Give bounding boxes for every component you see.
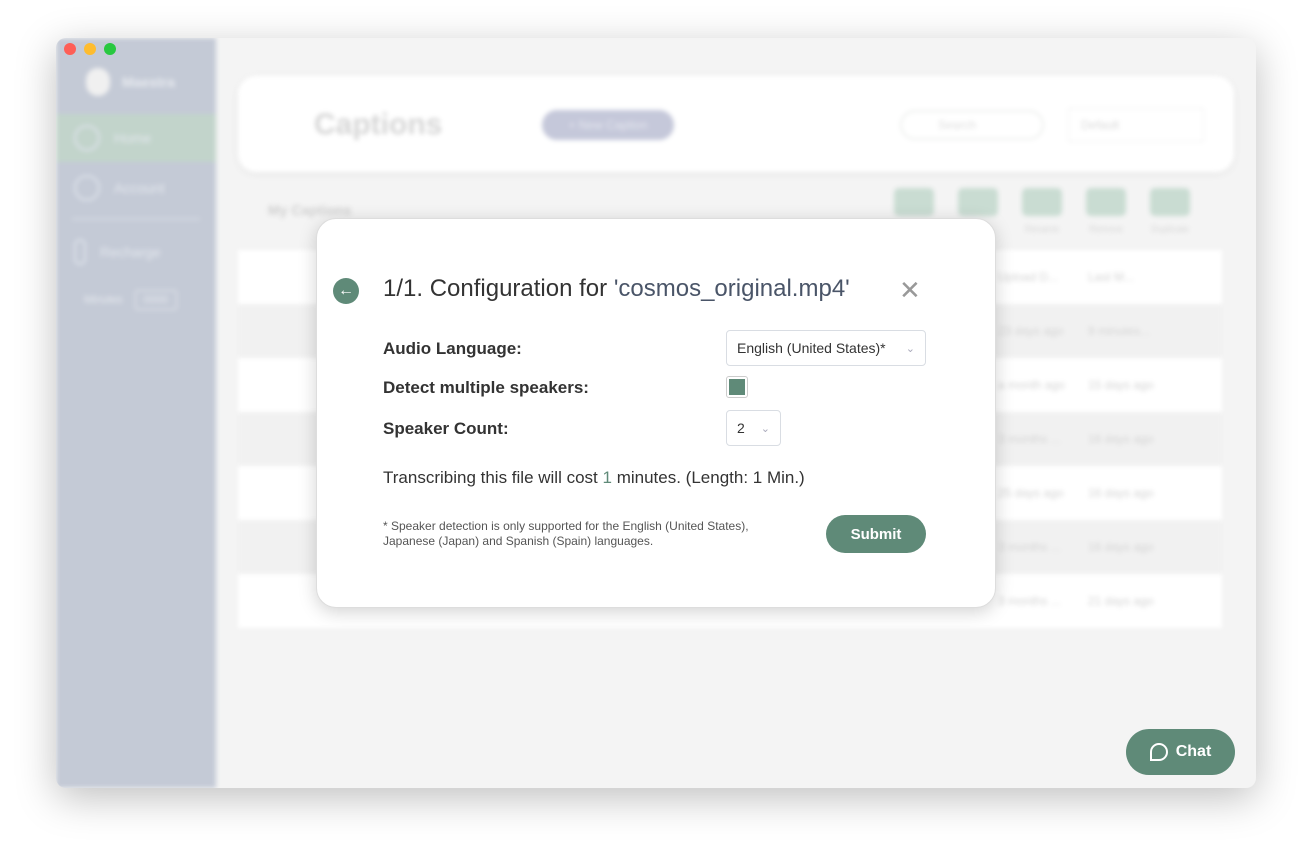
- logo-icon: [86, 68, 110, 96]
- cost-text: Transcribing this file will cost 1 minut…: [383, 468, 805, 488]
- cost-minutes: 1: [602, 468, 612, 487]
- cell: 3 months ...: [998, 540, 1061, 554]
- cost-suffix: minutes. (Length: 1 Min.): [611, 468, 805, 487]
- tool-label: Rename: [1024, 224, 1060, 234]
- cell: 16 days ago: [1088, 432, 1154, 446]
- cell: 16 days ago: [1088, 540, 1154, 554]
- selected-value: English (United States)*: [737, 340, 886, 356]
- toolbar: Rename Remove Duplicate: [894, 188, 1190, 234]
- close-icon[interactable]: ✕: [899, 275, 921, 306]
- close-window-button[interactable]: [64, 43, 76, 55]
- detect-speakers-checkbox[interactable]: [726, 376, 748, 398]
- minimize-window-button[interactable]: [84, 43, 96, 55]
- recharge-icon: [74, 239, 86, 265]
- cell: a month ago: [998, 378, 1065, 392]
- sort-select[interactable]: Default: [1068, 108, 1204, 142]
- divider: [72, 218, 200, 220]
- minutes-value: 0000: [134, 290, 178, 310]
- title-prefix: 1/1. Configuration for: [383, 275, 614, 302]
- search-input[interactable]: Search: [900, 110, 1044, 140]
- selected-value: 2: [737, 420, 745, 436]
- detect-speakers-label: Detect multiple speakers:: [383, 378, 589, 397]
- speaker-count-label: Speaker Count:: [383, 419, 509, 438]
- chevron-down-icon: ⌄: [760, 422, 770, 435]
- back-arrow-icon[interactable]: ←: [333, 278, 359, 304]
- cost-prefix: Transcribing this file will cost: [383, 468, 603, 487]
- chat-bubble-icon: [1149, 743, 1168, 761]
- new-caption-button[interactable]: + New Caption: [542, 110, 674, 140]
- sidebar-item-label: Home: [114, 130, 152, 146]
- sidebar-item-label: Account: [114, 180, 165, 196]
- home-icon: [74, 125, 100, 151]
- audio-language-label: Audio Language:: [383, 339, 522, 358]
- tool-label: Duplicate: [1151, 224, 1189, 234]
- submit-button[interactable]: Submit: [826, 515, 926, 553]
- tool-button[interactable]: [894, 188, 934, 216]
- configuration-dialog: ← 1/1. Configuration for 'cosmos_origina…: [316, 218, 996, 608]
- page-title[interactable]: Captions: [314, 108, 442, 142]
- duplicate-button[interactable]: Duplicate: [1150, 188, 1190, 234]
- brand: Maestra: [86, 68, 175, 96]
- sidebar-item-recharge[interactable]: Recharge: [56, 228, 216, 276]
- cell: 15 days ago: [1088, 378, 1154, 392]
- file-name: 'cosmos_original.mp4': [613, 275, 850, 302]
- speaker-count-select[interactable]: 2 ⌄: [726, 410, 781, 446]
- cell: 21 days ago: [1088, 594, 1154, 608]
- cell: 3 months ...: [998, 432, 1061, 446]
- remove-button[interactable]: Remove: [1086, 188, 1126, 234]
- column-header[interactable]: Last M...: [1088, 270, 1178, 284]
- column-header[interactable]: Upload D...: [998, 270, 1088, 284]
- sidebar-item-account[interactable]: Account: [56, 164, 216, 212]
- header: Captions + New Caption Search Default: [238, 76, 1234, 172]
- checkbox-fill: [729, 379, 745, 395]
- cell: 23 days ago: [998, 324, 1064, 338]
- maximize-window-button[interactable]: [104, 43, 116, 55]
- minutes-balance: Minutes 0000: [84, 290, 178, 310]
- speaker-detection-note: * Speaker detection is only supported fo…: [383, 519, 749, 548]
- list-title: My Captions: [268, 202, 352, 218]
- sidebar: Maestra Home Account Recharge Minutes 000…: [56, 38, 216, 788]
- window-controls: [64, 43, 116, 55]
- chevron-down-icon: ⌄: [905, 342, 915, 355]
- cell: 25 days ago: [998, 486, 1064, 500]
- tool-button[interactable]: [958, 188, 998, 216]
- dialog-title: 1/1. Configuration for 'cosmos_original.…: [383, 275, 850, 303]
- sidebar-item-home[interactable]: Home: [56, 114, 216, 162]
- audio-language-select[interactable]: English (United States)* ⌄: [726, 330, 926, 366]
- cell: 16 days ago: [1088, 486, 1154, 500]
- minutes-label: Minutes: [84, 294, 123, 306]
- chat-label: Chat: [1175, 743, 1212, 760]
- rename-button[interactable]: Rename: [1022, 188, 1062, 234]
- brand-name: Maestra: [122, 74, 175, 90]
- tool-label: Remove: [1089, 224, 1123, 234]
- cell: 9 minutes...: [1088, 324, 1151, 338]
- chat-button[interactable]: Chat: [1126, 729, 1235, 775]
- user-icon: [74, 175, 100, 201]
- cell: 3 months ...: [998, 594, 1061, 608]
- sidebar-item-label: Recharge: [100, 244, 161, 260]
